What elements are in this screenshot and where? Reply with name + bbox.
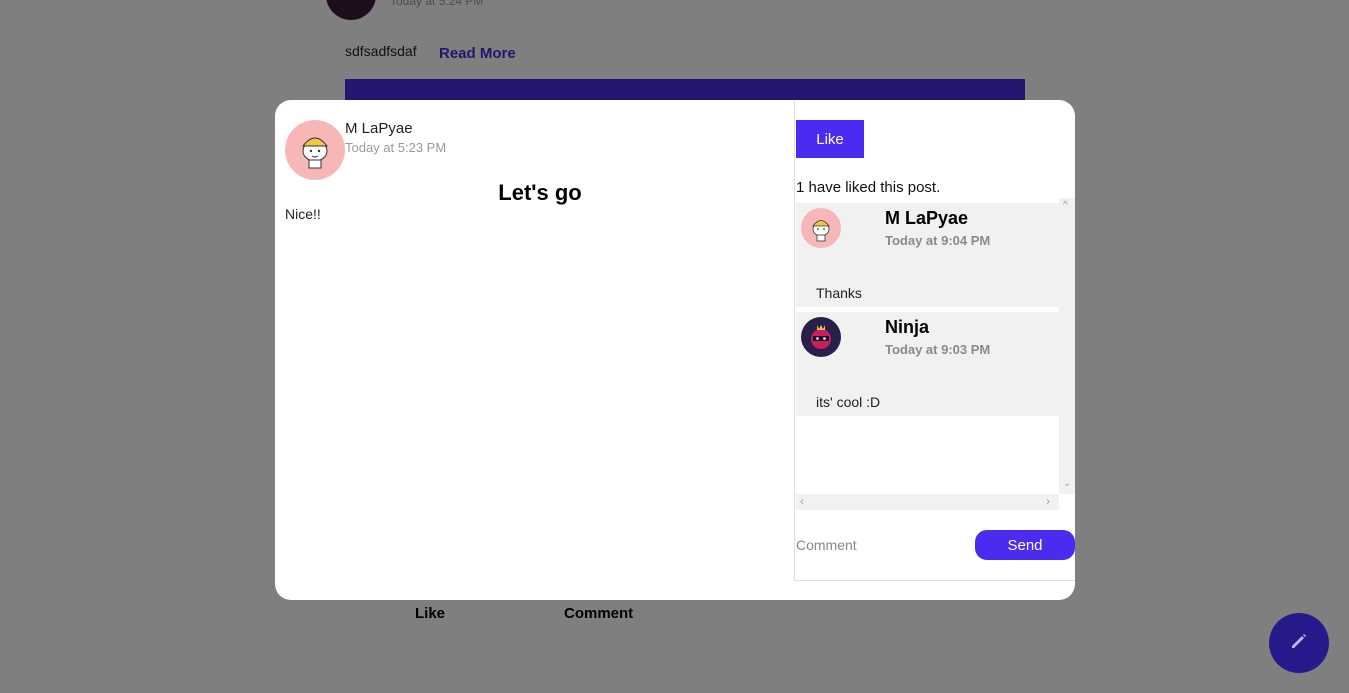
comment-time: Today at 9:04 PM bbox=[885, 233, 991, 248]
compose-fab-button[interactable] bbox=[1269, 613, 1329, 673]
ninja-avatar-icon bbox=[811, 325, 831, 349]
comment-author: M LaPyae bbox=[885, 208, 969, 228]
comments-section: M LaPyae Today at 9:04 PM Thanks Ninja T… bbox=[796, 198, 1075, 510]
send-button[interactable]: Send bbox=[975, 530, 1075, 560]
comments-list[interactable]: M LaPyae Today at 9:04 PM Thanks Ninja T… bbox=[796, 198, 1059, 494]
comment-time: Today at 9:03 PM bbox=[885, 342, 991, 357]
horizontal-scrollbar[interactable]: ‹ › bbox=[796, 494, 1059, 510]
comment-author: Ninja bbox=[885, 317, 930, 337]
comment-input[interactable] bbox=[796, 532, 966, 558]
chevron-up-icon[interactable]: ^ bbox=[1063, 200, 1068, 211]
author-avatar bbox=[285, 120, 345, 180]
likes-count-text: 1 have liked this post. bbox=[796, 179, 941, 196]
vertical-scrollbar[interactable]: ^ ⌄ bbox=[1059, 198, 1075, 494]
comment-text: Thanks bbox=[816, 285, 862, 301]
comment-avatar bbox=[801, 317, 841, 357]
comment-item: Ninja Today at 9:03 PM its' cool :D bbox=[796, 312, 1059, 416]
post-title: Let's go bbox=[498, 180, 582, 205]
like-button[interactable]: Like bbox=[796, 120, 864, 158]
comment-item: M LaPyae Today at 9:04 PM Thanks bbox=[796, 203, 1059, 307]
post-body: Nice!! bbox=[285, 206, 321, 222]
cartoon-avatar-icon bbox=[812, 220, 830, 242]
comment-avatar bbox=[801, 208, 841, 248]
chevron-down-icon[interactable]: ⌄ bbox=[1063, 478, 1071, 489]
pencil-icon bbox=[1289, 631, 1309, 656]
author-name: M LaPyae bbox=[345, 120, 413, 137]
post-modal: M LaPyae Today at 5:23 PM Let's go Nice!… bbox=[275, 100, 1075, 600]
interaction-pane: Like 1 have liked this post. M LaPyae To… bbox=[794, 100, 1075, 581]
cartoon-avatar-icon bbox=[301, 137, 329, 169]
chevron-left-icon[interactable]: ‹ bbox=[800, 494, 804, 508]
comment-text: its' cool :D bbox=[816, 394, 881, 410]
chevron-right-icon[interactable]: › bbox=[1046, 494, 1050, 508]
post-pane: M LaPyae Today at 5:23 PM Let's go Nice!… bbox=[275, 100, 795, 600]
post-time: Today at 5:23 PM bbox=[345, 140, 447, 155]
